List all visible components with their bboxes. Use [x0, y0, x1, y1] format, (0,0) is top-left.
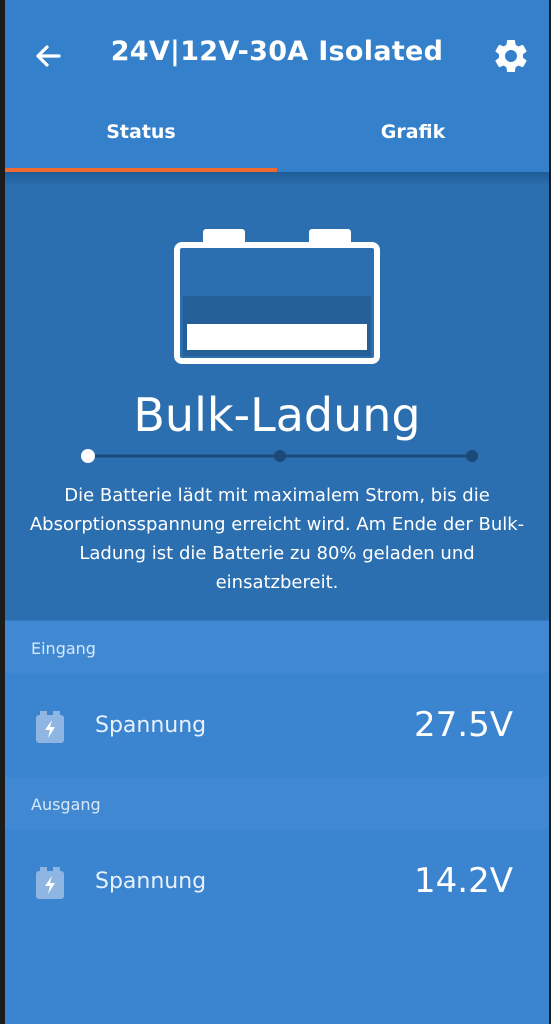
- tab-shadow: [5, 172, 549, 186]
- status-panel: Bulk-Ladung Die Batterie lädt mit maxima…: [5, 172, 549, 620]
- section-header-ausgang: Ausgang: [5, 777, 549, 829]
- input-voltage-row[interactable]: Spannung 27.5V: [5, 673, 549, 777]
- charge-state-title: Bulk-Ladung: [133, 388, 421, 442]
- tab-bar: Status Grafik: [5, 108, 549, 172]
- battery-bolt-icon: [36, 711, 64, 743]
- empty-area: [5, 932, 549, 1024]
- output-voltage-row[interactable]: Spannung 14.2V: [5, 829, 549, 933]
- charge-state-description: Die Batterie lädt mit maximalem Strom, b…: [29, 485, 525, 593]
- battery-icon: [174, 229, 380, 364]
- tab-grafik[interactable]: Grafik: [277, 108, 549, 172]
- row-value: 27.5V: [414, 705, 513, 745]
- stage-dot-3: [466, 450, 478, 462]
- stage-dot-2: [274, 450, 286, 462]
- gear-icon: [495, 39, 527, 72]
- section-label: Ausgang: [31, 795, 101, 814]
- battery-bolt-icon: [36, 867, 64, 899]
- charge-stage-stepper: [81, 449, 478, 463]
- row-label: Spannung: [95, 713, 207, 738]
- tab-status[interactable]: Status: [5, 108, 277, 172]
- row-value: 14.2V: [414, 861, 513, 901]
- stage-dot-1: [81, 449, 95, 463]
- section-label: Eingang: [31, 639, 96, 658]
- app-bar: 24V|12V-30A Isolated Status Grafik: [5, 0, 549, 172]
- settings-button[interactable]: [491, 36, 531, 76]
- section-header-eingang: Eingang: [5, 621, 549, 673]
- page-title: 24V|12V-30A Isolated: [110, 36, 444, 67]
- row-label: Spannung: [95, 869, 207, 894]
